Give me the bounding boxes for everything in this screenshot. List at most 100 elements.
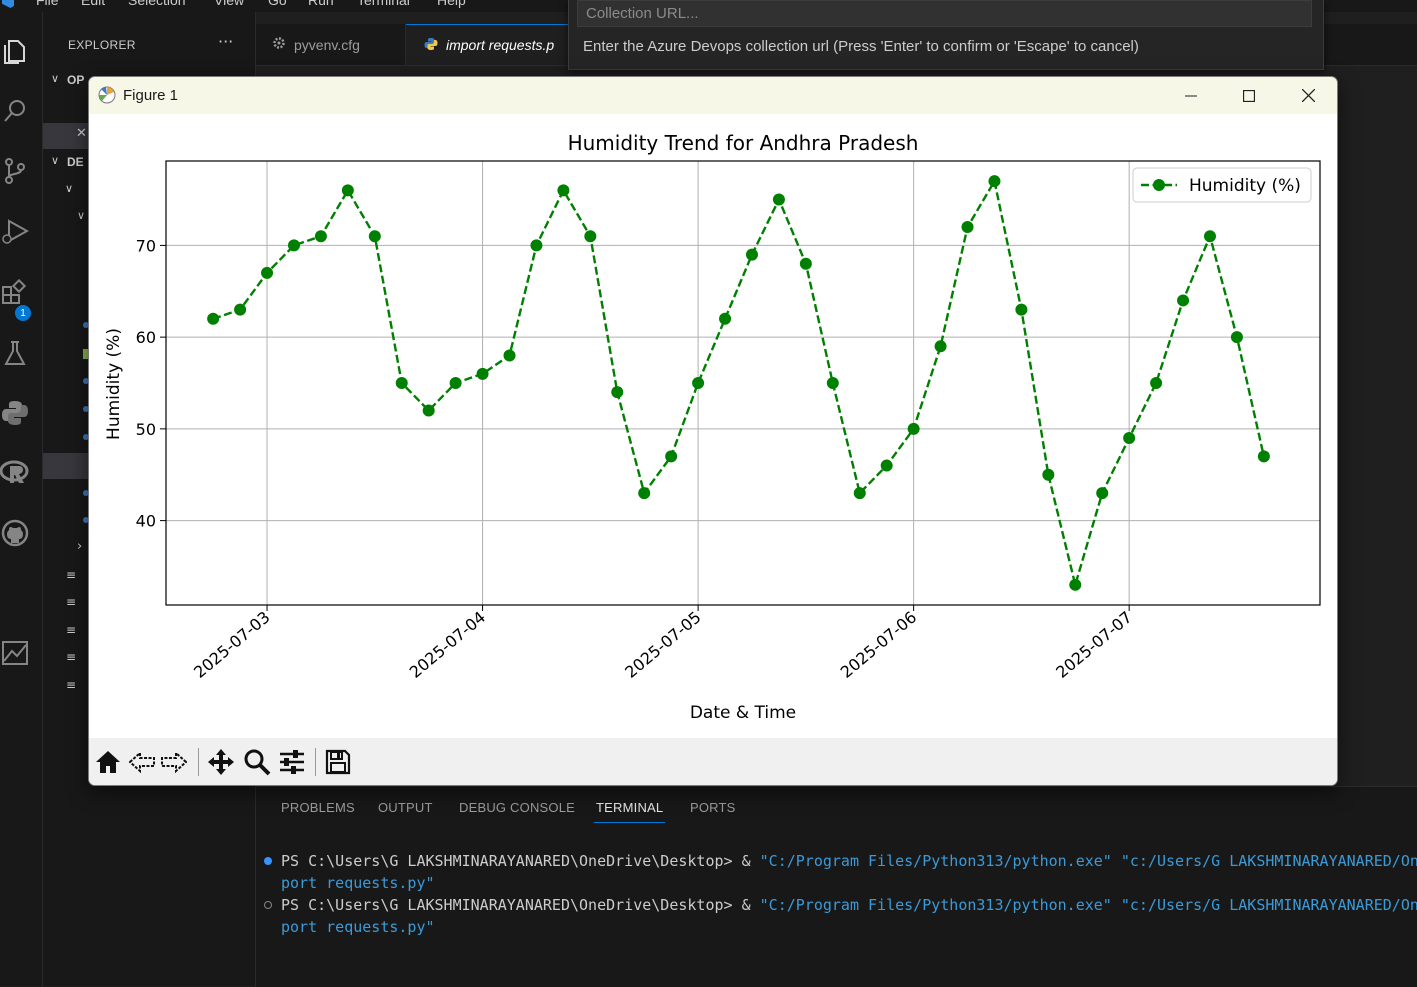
data-point	[422, 404, 435, 417]
configure-subplots-icon[interactable]	[277, 747, 307, 777]
extensions-badge: 1	[15, 305, 31, 321]
quick-input-message: Enter the Azure Devops collection url (P…	[583, 38, 1139, 55]
home-icon[interactable]	[93, 747, 123, 777]
tab-debug-console[interactable]: DEBUG CONSOLE	[459, 800, 575, 815]
tab-ports[interactable]: PORTS	[690, 800, 736, 815]
command-pending-dot-icon[interactable]	[264, 901, 272, 909]
back-icon[interactable]	[127, 747, 157, 777]
menu-edit[interactable]: Edit	[81, 0, 105, 8]
close-button[interactable]	[1279, 77, 1337, 114]
axes-frame	[165, 160, 1321, 606]
chevron-down-icon[interactable]: ∨	[65, 182, 73, 195]
data-point	[1177, 294, 1190, 307]
x-tick-label: 2025-07-07	[1052, 608, 1135, 682]
bottom-panel: PROBLEMS OUTPUT DEBUG CONSOLE TERMINAL P…	[256, 786, 1417, 987]
data-point	[1096, 487, 1109, 500]
figure-window: Figure 1 2025-07-03 2025-07-04 2025-07-05 2…	[88, 76, 1338, 786]
menu-help[interactable]: Help	[437, 0, 466, 8]
tab-import-requests[interactable]: import requests.p	[406, 24, 570, 65]
y-tick-label: 60	[136, 328, 156, 347]
tab-problems[interactable]: PROBLEMS	[281, 800, 355, 815]
data-point	[557, 184, 570, 197]
y-tick-label: 40	[136, 512, 156, 531]
run-debug-icon[interactable]	[0, 216, 30, 246]
tab-terminal[interactable]: TERMINAL	[593, 800, 666, 823]
menu-run[interactable]: Run	[308, 0, 334, 8]
x-tick-label: 2025-07-03	[190, 608, 273, 682]
series-line-humidity	[212, 179, 1266, 587]
data-point	[395, 377, 408, 389]
data-point	[719, 312, 732, 325]
python-icon[interactable]	[0, 398, 30, 428]
testing-icon[interactable]	[0, 338, 30, 368]
text-file-icon[interactable]: ≡	[66, 678, 76, 692]
quick-input-widget: Enter the Azure Devops collection url (P…	[568, 0, 1324, 70]
y-tick-label: 70	[136, 236, 156, 255]
vscode-logo-icon	[2, 0, 14, 8]
figure-toolbar	[89, 738, 1337, 785]
more-actions-icon[interactable]: ···	[218, 32, 233, 51]
chart-title: Humidity Trend for Andhra Pradesh	[568, 131, 919, 155]
y-axis-label: Humidity (%)	[104, 328, 124, 440]
menu-selection[interactable]: Selection	[128, 0, 186, 8]
data-point	[880, 459, 893, 472]
chart-legend: Humidity (%)	[1132, 167, 1312, 203]
menu-view[interactable]: View	[214, 0, 244, 8]
explorer-icon[interactable]	[0, 36, 30, 66]
data-point	[745, 248, 758, 261]
menu-go[interactable]: Go	[268, 0, 287, 8]
desktop-section[interactable]: DE	[67, 155, 84, 169]
chart-preview-icon[interactable]	[0, 638, 30, 668]
legend-marker-icon	[1153, 179, 1165, 191]
terminal-line: PS C:\Users\G LAKSHMINARAYANARED\OneDriv…	[281, 852, 1417, 870]
plot-canvas[interactable]: 2025-07-03 2025-07-04 2025-07-05 2025-07-06…	[89, 114, 1337, 738]
text-file-icon[interactable]: ≡	[66, 650, 76, 664]
data-point	[692, 377, 705, 389]
data-point	[207, 312, 220, 325]
data-point	[988, 175, 1001, 188]
data-point	[476, 367, 489, 380]
data-point	[934, 340, 947, 353]
pan-icon[interactable]	[206, 747, 236, 777]
data-point	[1042, 468, 1055, 481]
data-point	[368, 230, 381, 243]
text-file-icon[interactable]: ≡	[66, 595, 76, 609]
menu-terminal[interactable]: Terminal	[357, 0, 410, 8]
tab-output[interactable]: OUTPUT	[378, 800, 433, 815]
data-point	[449, 377, 462, 389]
open-editors-section[interactable]: OP	[67, 73, 84, 87]
chevron-down-icon[interactable]: ∨	[51, 72, 59, 85]
collection-url-input[interactable]	[577, 0, 1312, 27]
chevron-down-icon[interactable]: ∨	[51, 154, 59, 167]
explorer-title: EXPLORER	[68, 38, 136, 52]
chevron-down-icon[interactable]: ∨	[77, 209, 85, 222]
data-point	[341, 184, 354, 197]
tab-label: import requests.p	[446, 37, 555, 53]
text-file-icon[interactable]: ≡	[66, 568, 76, 582]
file-row-selected[interactable]	[43, 453, 89, 479]
data-point	[665, 450, 678, 463]
search-icon[interactable]	[0, 96, 30, 126]
source-control-icon[interactable]	[0, 156, 30, 186]
tab-pyvenv-cfg[interactable]: pyvenv.cfg	[256, 24, 406, 65]
data-point	[907, 422, 920, 435]
zoom-icon[interactable]	[242, 747, 272, 777]
github-icon[interactable]	[0, 518, 30, 548]
toolbar-separator	[315, 748, 316, 776]
save-icon[interactable]	[323, 747, 353, 777]
figure-title-bar[interactable]: Figure 1	[89, 77, 1337, 114]
data-point	[1203, 230, 1216, 243]
maximize-button[interactable]	[1220, 77, 1278, 114]
minimize-button[interactable]	[1162, 77, 1220, 114]
extensions-icon[interactable]	[0, 278, 30, 308]
data-point	[1230, 331, 1243, 344]
chevron-right-icon[interactable]: ›	[77, 539, 82, 554]
x-tick-label: 2025-07-06	[837, 608, 920, 682]
python-icon	[424, 37, 438, 54]
menu-file[interactable]: File	[36, 0, 59, 8]
r-language-icon[interactable]	[0, 458, 30, 488]
command-success-dot-icon[interactable]	[264, 857, 272, 865]
close-icon[interactable]: ✕	[76, 126, 87, 141]
forward-icon[interactable]	[159, 747, 189, 777]
text-file-icon[interactable]: ≡	[66, 623, 76, 637]
